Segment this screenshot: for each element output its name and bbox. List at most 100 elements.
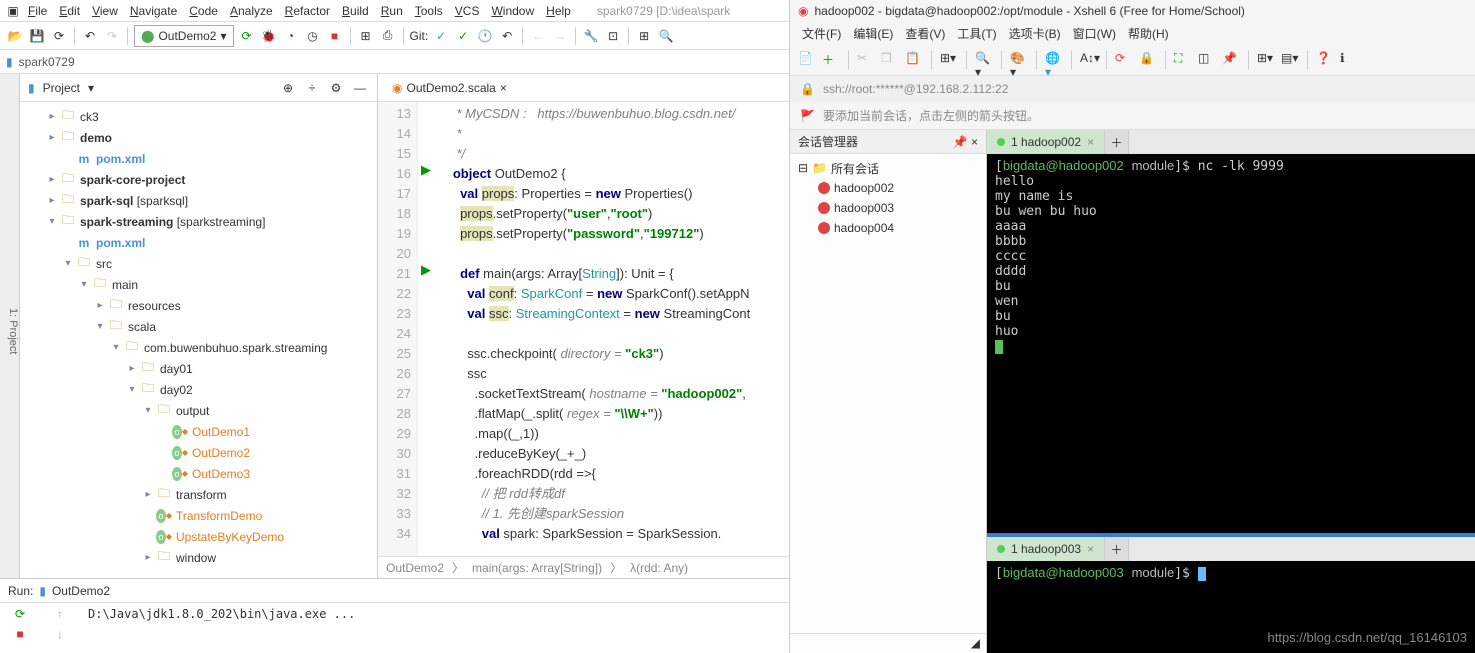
- refresh-icon[interactable]: ⟳: [50, 27, 68, 45]
- code-line[interactable]: */: [442, 144, 789, 164]
- git-update-icon[interactable]: ✓: [432, 27, 450, 45]
- code-line[interactable]: .map((_,1)): [442, 424, 789, 444]
- always-top-icon[interactable]: 📌: [1222, 51, 1240, 69]
- rerun-icon[interactable]: ⟳: [15, 607, 25, 621]
- color-icon[interactable]: 🎨▾: [1010, 51, 1028, 69]
- code-line[interactable]: val props: Properties = new Properties(): [442, 184, 789, 204]
- line-number[interactable]: 27: [378, 384, 411, 404]
- session-item[interactable]: hadoop004: [794, 218, 982, 238]
- session-item[interactable]: hadoop003: [794, 198, 982, 218]
- tree-item[interactable]: ▸🗀day01: [20, 358, 377, 379]
- help-icon[interactable]: ❓: [1316, 51, 1334, 69]
- tree-item[interactable]: ▸🗀resources: [20, 295, 377, 316]
- code-line[interactable]: .socketTextStream( hostname = "hadoop002…: [442, 384, 789, 404]
- close-icon[interactable]: ×: [971, 135, 978, 149]
- menu-refactor[interactable]: Refactor: [279, 4, 336, 18]
- tree-item[interactable]: ▾🗀com.buwenbuhuo.spark.streaming: [20, 337, 377, 358]
- code-line[interactable]: ssc.checkpoint( directory = "ck3"): [442, 344, 789, 364]
- code-line[interactable]: ssc: [442, 364, 789, 384]
- xmenu-item[interactable]: 选项卡(B): [1005, 25, 1065, 42]
- rerun-icon[interactable]: ⟳: [238, 27, 256, 45]
- add-icon[interactable]: ＋: [822, 51, 840, 69]
- tree-chevron-icon[interactable]: ▾: [92, 321, 108, 332]
- session-item[interactable]: hadoop002: [794, 178, 982, 198]
- layout-icon[interactable]: ⊞: [635, 27, 653, 45]
- tile-icon[interactable]: ⊞▾: [1257, 51, 1275, 69]
- tree-chevron-icon[interactable]: ▾: [108, 342, 124, 353]
- run-config-combo[interactable]: ⬤ OutDemo2 ▾: [134, 25, 234, 47]
- menu-tools[interactable]: Tools: [409, 4, 449, 18]
- session-root[interactable]: 所有会话: [831, 160, 879, 177]
- xshell-addressbar[interactable]: 🔒 ssh://root:******@192.168.2.112:22: [790, 76, 1475, 102]
- run-output[interactable]: D:\Java\jdk1.8.0_202\bin\java.exe ...: [80, 603, 789, 653]
- line-number[interactable]: 18: [378, 204, 411, 224]
- gear-icon[interactable]: ⚙: [327, 79, 345, 97]
- stop-icon[interactable]: ■: [326, 27, 344, 45]
- code-line[interactable]: .foreachRDD(rdd =>{: [442, 464, 789, 484]
- globe-icon[interactable]: 🌐▾: [1045, 51, 1063, 69]
- tree-chevron-icon[interactable]: ▸: [140, 489, 156, 500]
- profile-icon[interactable]: ◷: [304, 27, 322, 45]
- menu-build[interactable]: Build: [336, 4, 375, 18]
- line-number[interactable]: 23: [378, 304, 411, 324]
- paste-icon[interactable]: 📋: [905, 51, 923, 69]
- line-number[interactable]: 26: [378, 364, 411, 384]
- tree-chevron-icon[interactable]: ▸: [44, 132, 60, 143]
- new-tab-button[interactable]: ＋: [1105, 130, 1129, 154]
- code-line[interactable]: object OutDemo2 {: [442, 164, 789, 184]
- forward-icon[interactable]: →: [551, 27, 569, 45]
- tree-item[interactable]: ▾🗀day02: [20, 379, 377, 400]
- undo-icon[interactable]: ↶: [81, 27, 99, 45]
- run-tab[interactable]: OutDemo2: [52, 584, 110, 598]
- line-number[interactable]: 13: [378, 104, 411, 124]
- menu-edit[interactable]: Edit: [53, 4, 86, 18]
- tree-item[interactable]: o ◆OutDemo1: [20, 421, 377, 442]
- code-line[interactable]: .reduceByKey(_+_): [442, 444, 789, 464]
- project-label[interactable]: Project: [43, 81, 80, 95]
- code-line[interactable]: // 把 rdd转成df: [442, 484, 789, 504]
- term-tab-hadoop002[interactable]: 1 hadoop002 ×: [987, 130, 1105, 154]
- code-area[interactable]: 1314151617181920212223242526272829303132…: [378, 102, 789, 556]
- tree-chevron-icon[interactable]: ▸: [140, 552, 156, 563]
- save-icon[interactable]: 💾: [28, 27, 46, 45]
- code-line[interactable]: val spark: SparkSession = SparkSession.: [442, 524, 789, 544]
- git-revert-icon[interactable]: ↶: [498, 27, 516, 45]
- tree-item[interactable]: ▸🗀transform: [20, 484, 377, 505]
- line-number[interactable]: 25: [378, 344, 411, 364]
- project-toolwindow-tab[interactable]: 1: Project: [0, 74, 20, 578]
- open-icon[interactable]: 📂: [6, 27, 24, 45]
- project-structure-icon[interactable]: ⊡: [604, 27, 622, 45]
- new-tab-button[interactable]: ＋: [1105, 537, 1129, 561]
- code-line[interactable]: props.setProperty("password","199712"): [442, 224, 789, 244]
- line-number[interactable]: 21: [378, 264, 411, 284]
- xmenu-item[interactable]: 编辑(E): [849, 25, 897, 42]
- menu-run[interactable]: Run: [375, 4, 409, 18]
- crumb-project[interactable]: spark0729: [19, 55, 75, 69]
- close-icon[interactable]: ×: [1087, 135, 1094, 149]
- code-body[interactable]: * MyCSDN : https://buwenbuhuo.blog.csdn.…: [434, 102, 789, 556]
- code-line[interactable]: *: [442, 124, 789, 144]
- line-number[interactable]: 19: [378, 224, 411, 244]
- menu-help[interactable]: Help: [540, 4, 577, 18]
- menu-vcs[interactable]: VCS: [449, 4, 486, 18]
- tree-chevron-icon[interactable]: ▾: [44, 216, 60, 227]
- structure-icon[interactable]: ⊞: [357, 27, 375, 45]
- code-line[interactable]: val ssc: StreamingContext = new Streamin…: [442, 304, 789, 324]
- code-line[interactable]: val conf: SparkConf = new SparkConf().se…: [442, 284, 789, 304]
- xmenu-item[interactable]: 帮助(H): [1124, 25, 1173, 42]
- git-commit-icon[interactable]: ✓: [454, 27, 472, 45]
- tree-chevron-icon[interactable]: ▸: [44, 195, 60, 206]
- tree-item[interactable]: ▸🗀window: [20, 547, 377, 568]
- bc-0[interactable]: OutDemo2: [386, 561, 444, 575]
- line-number[interactable]: 14: [378, 124, 411, 144]
- xmenu-item[interactable]: 窗口(W): [1069, 25, 1120, 42]
- search2-icon[interactable]: 🔍▾: [975, 51, 993, 69]
- props-icon[interactable]: ⊞▾: [940, 51, 958, 69]
- pin-icon[interactable]: 📌: [953, 135, 968, 149]
- fullscreen-icon[interactable]: ⛶: [1174, 51, 1192, 69]
- tree-item[interactable]: ▸🗀spark-sql [sparksql]: [20, 190, 377, 211]
- back-icon[interactable]: ←: [529, 27, 547, 45]
- hide-icon[interactable]: —: [351, 79, 369, 97]
- copy-icon[interactable]: ❐: [881, 51, 899, 69]
- menu-view[interactable]: View: [86, 4, 124, 18]
